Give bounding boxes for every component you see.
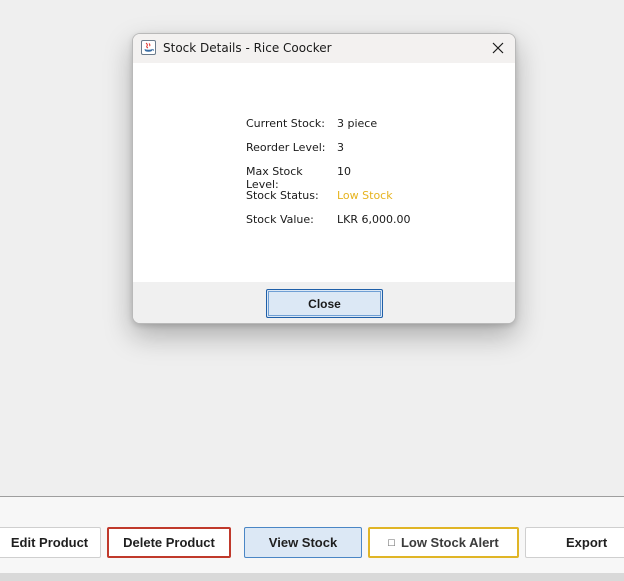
reorder-level-value: 3 [337,141,344,154]
stock-status-label: Stock Status: [246,189,319,202]
delete-product-button[interactable]: Delete Product [107,527,231,558]
dialog-footer: Close [133,282,515,323]
low-stock-alert-button[interactable]: □ Low Stock Alert [368,527,519,558]
edit-product-button[interactable]: Edit Product [0,527,101,558]
stock-value-row: Stock Value: LKR 6,000.00 [246,213,410,229]
dialog-title: Stock Details - Rice Coocker [163,41,332,55]
close-button[interactable]: Close [266,289,383,318]
export-label: Export [566,535,608,550]
java-app-icon [141,40,156,55]
max-stock-level-value: 10 [337,165,351,178]
max-stock-level-label: Max Stock Level: [246,165,303,191]
low-stock-alert-label: Low Stock Alert [400,535,499,550]
stock-status-value: Low Stock [337,189,393,202]
stock-details-panel: Current Stock: 3 piece Reorder Level: 3 … [133,63,515,282]
export-button[interactable]: Export [525,527,624,558]
reorder-level-label: Reorder Level: [246,141,326,154]
view-stock-button[interactable]: View Stock [244,527,362,558]
window-bottom-edge [0,573,624,581]
stock-status-row: Stock Status: Low Stock [246,189,393,205]
view-stock-label: View Stock [268,535,338,550]
max-stock-level-row: Max Stock Level: 10 [246,165,351,191]
dialog-titlebar[interactable]: Stock Details - Rice Coocker [133,34,515,63]
current-stock-label: Current Stock: [246,117,325,130]
reorder-level-row: Reorder Level: 3 [246,141,344,157]
current-stock-value: 3 piece [337,117,378,130]
close-button-label: Close [308,296,341,311]
current-stock-row: Current Stock: 3 piece [246,117,377,133]
close-icon[interactable] [489,39,507,57]
edit-product-label: Edit Product [10,535,89,550]
stock-value-label: Stock Value: [246,213,314,226]
delete-product-label: Delete Product [123,535,215,550]
stock-details-dialog: Stock Details - Rice Coocker Current Sto… [132,33,516,324]
alert-icon: □ [388,536,395,549]
stock-value-value: LKR 6,000.00 [337,213,411,226]
